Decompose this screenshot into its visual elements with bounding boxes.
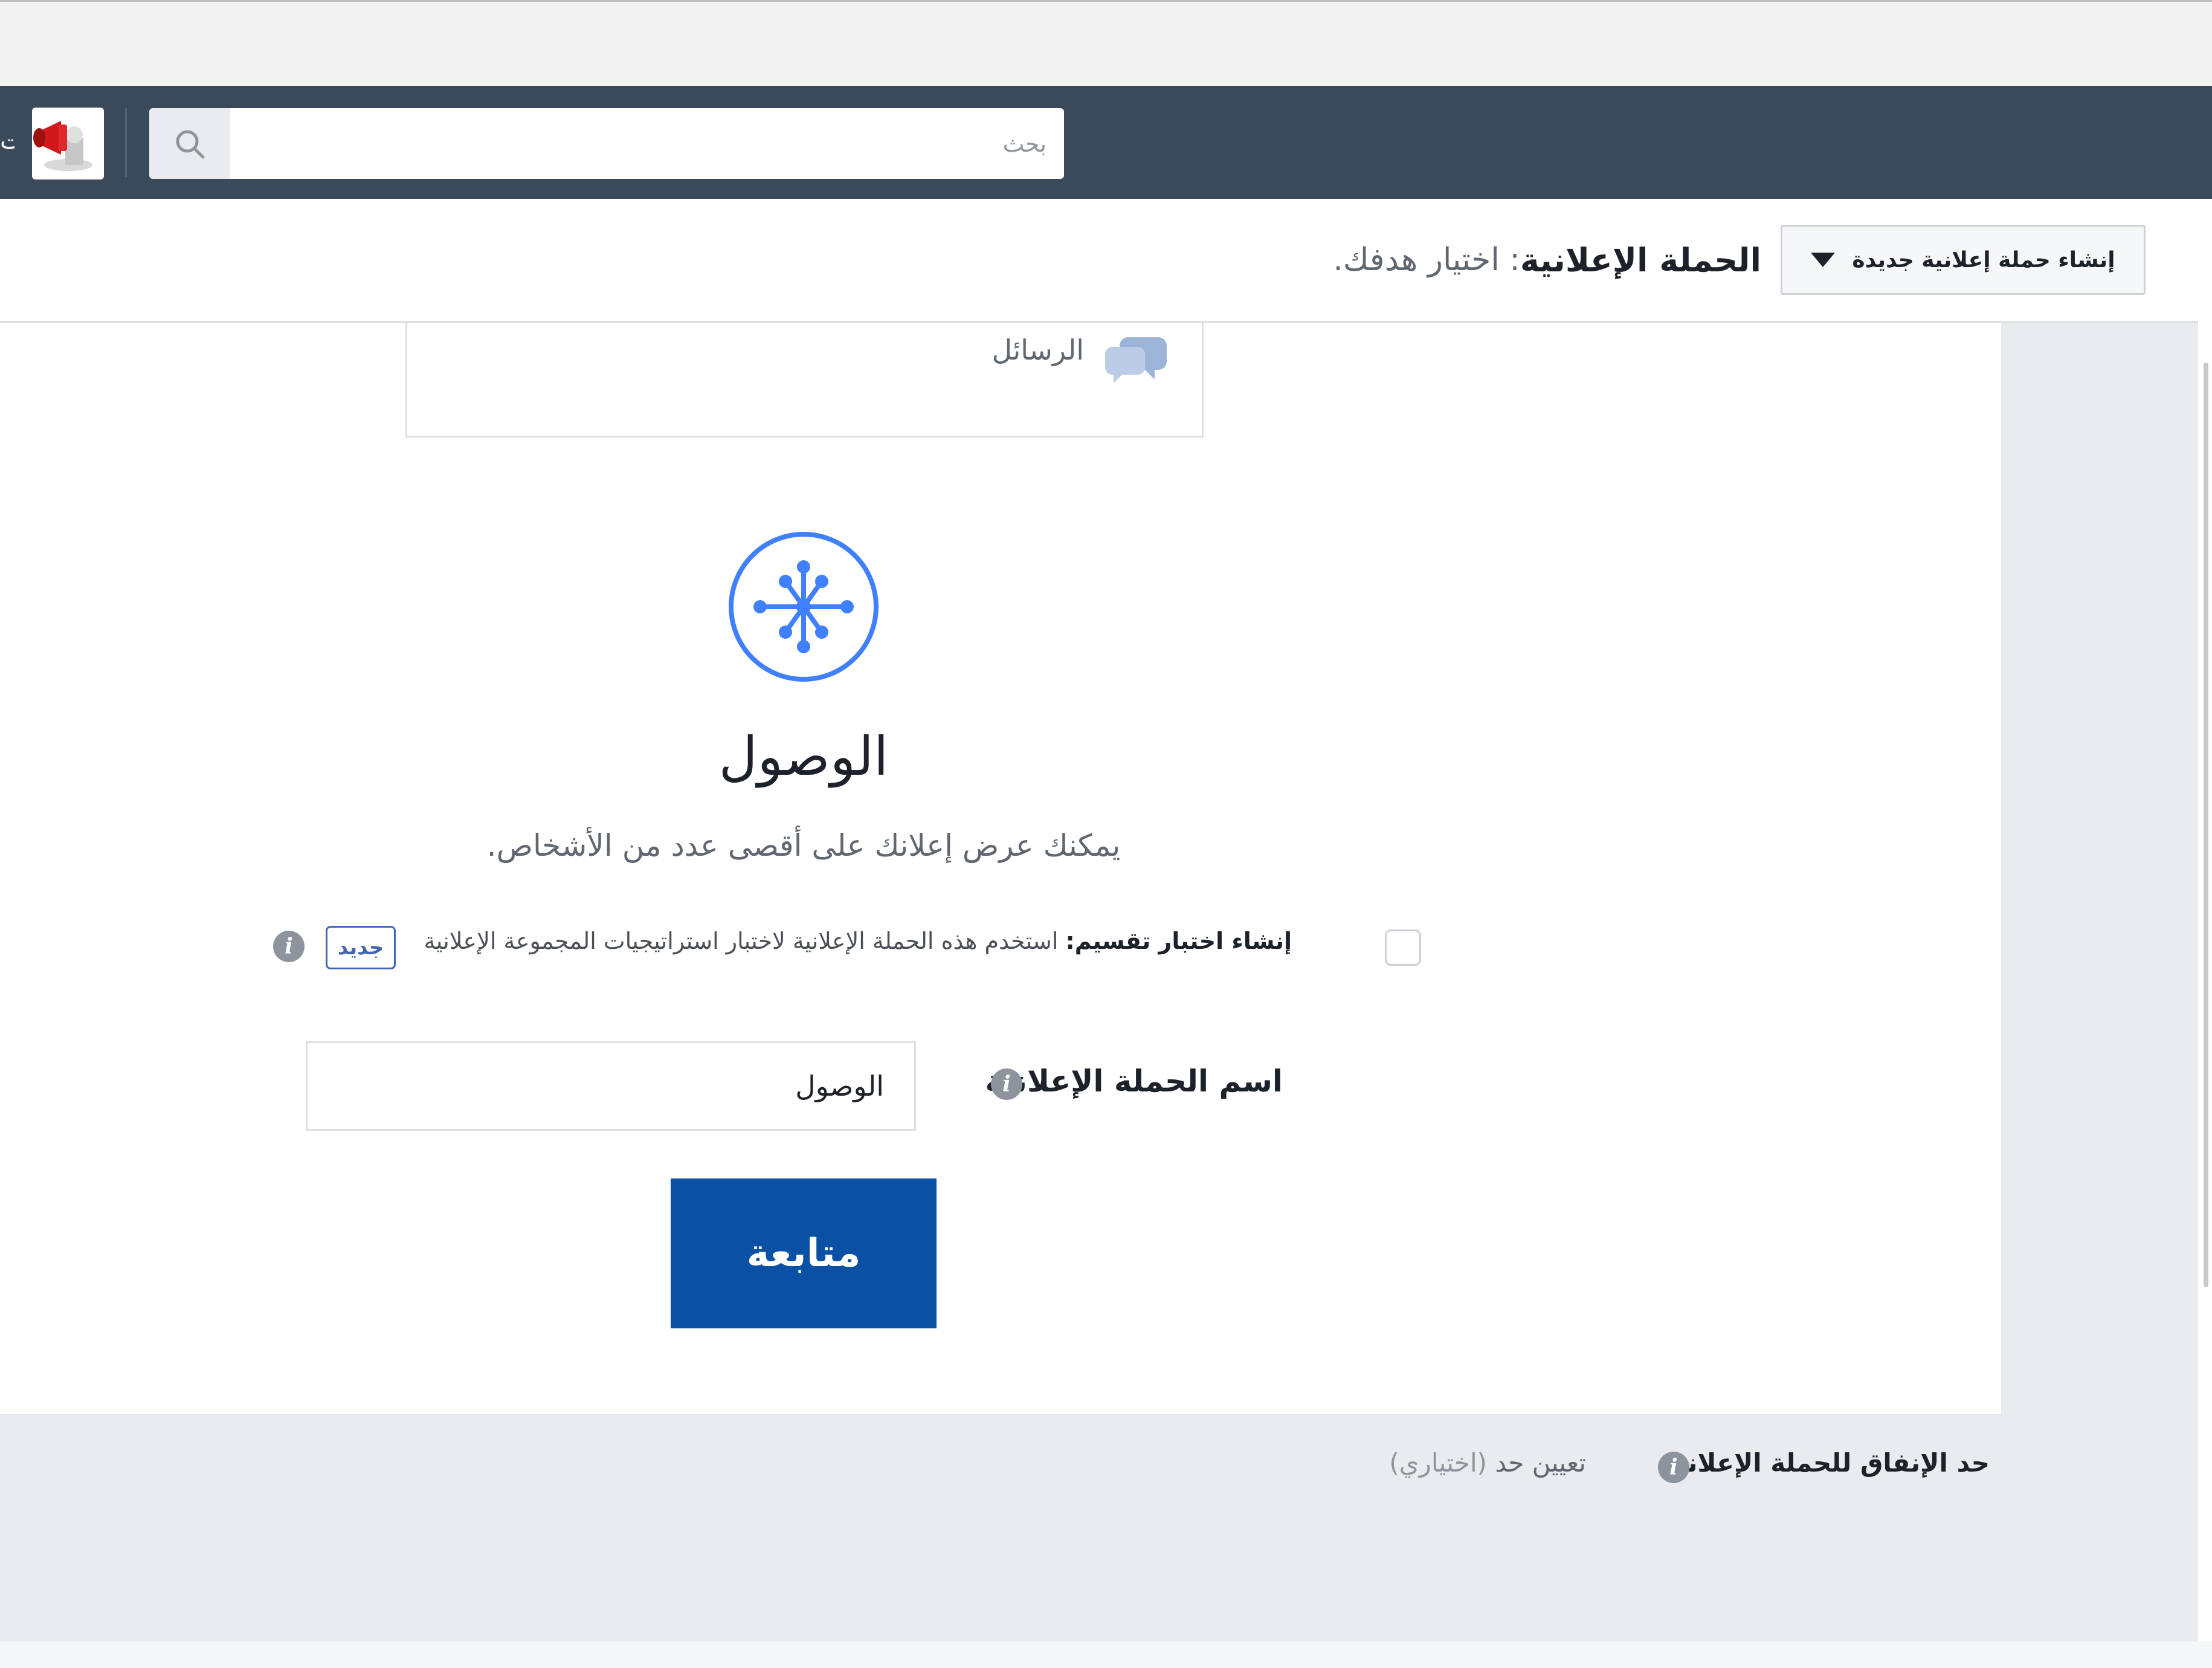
chat-bubbles-icon xyxy=(1105,337,1167,383)
objective-tile-messages[interactable]: الرسائل xyxy=(405,323,1204,438)
split-test-description: استخدم هذه الحملة الإعلانية لاختبار استر… xyxy=(424,928,1066,954)
new-badge: جديد xyxy=(326,926,396,969)
objective-panel xyxy=(0,323,2001,1414)
scrollbar-thumb[interactable] xyxy=(2204,363,2208,1287)
megaphone-icon xyxy=(32,108,104,179)
objective-description: يمكنك عرض إعلانك على أقصى عدد من الأشخاص… xyxy=(486,828,1121,863)
account-name-cut[interactable]: ت xyxy=(0,123,15,159)
side-gutter xyxy=(2001,323,2198,1414)
split-test-info-icon[interactable]: i xyxy=(273,931,305,962)
spending-limit-label: حد الإنفاق للحملة الإعلانية xyxy=(1662,1448,1990,1478)
nav-divider xyxy=(125,108,127,177)
page-title: الحملة الإعلانية: اختيار هدفك. xyxy=(1333,230,1761,290)
bottom-strip xyxy=(0,1641,2212,1668)
set-limit-link[interactable]: تعيين حد (اختياري) xyxy=(1389,1448,1586,1478)
reach-icon xyxy=(729,532,879,682)
set-limit-text: تعيين حد xyxy=(1495,1448,1586,1478)
objective-messages-label: الرسائل xyxy=(992,334,1084,366)
spending-limit-info-icon[interactable]: i xyxy=(1658,1452,1689,1483)
search-input[interactable] xyxy=(234,108,1046,179)
continue-button[interactable]: متابعة xyxy=(671,1178,937,1328)
optional-text: (اختياري) xyxy=(1389,1448,1495,1478)
campaign-name-info-icon[interactable]: i xyxy=(991,1068,1022,1100)
campaign-name-input[interactable] xyxy=(306,1041,916,1131)
search-button[interactable] xyxy=(149,108,230,179)
account-avatar[interactable] xyxy=(32,108,104,179)
caret-down-icon xyxy=(1811,253,1836,267)
campaign-name-label: اسم الحملة الإعلانية xyxy=(985,1064,1283,1099)
page-title-bold: الحملة الإعلانية xyxy=(1520,241,1761,279)
page-title-subtitle: : اختيار هدفك. xyxy=(1333,242,1520,278)
split-test-title: إنشاء اختبار تقسيم: xyxy=(1065,928,1292,954)
split-test-checkbox[interactable] xyxy=(1385,929,1421,966)
objective-title: الوصول xyxy=(718,725,889,787)
create-campaign-label: إنشاء حملة إعلانية جديدة xyxy=(1852,247,2115,273)
browser-strip xyxy=(0,0,2212,88)
split-test-label: إنشاء اختبار تقسيم: استخدم هذه الحملة ال… xyxy=(424,928,1292,954)
search-box[interactable] xyxy=(149,108,1064,179)
create-campaign-button[interactable]: إنشاء حملة إعلانية جديدة xyxy=(1781,225,2146,295)
search-icon xyxy=(176,130,205,158)
